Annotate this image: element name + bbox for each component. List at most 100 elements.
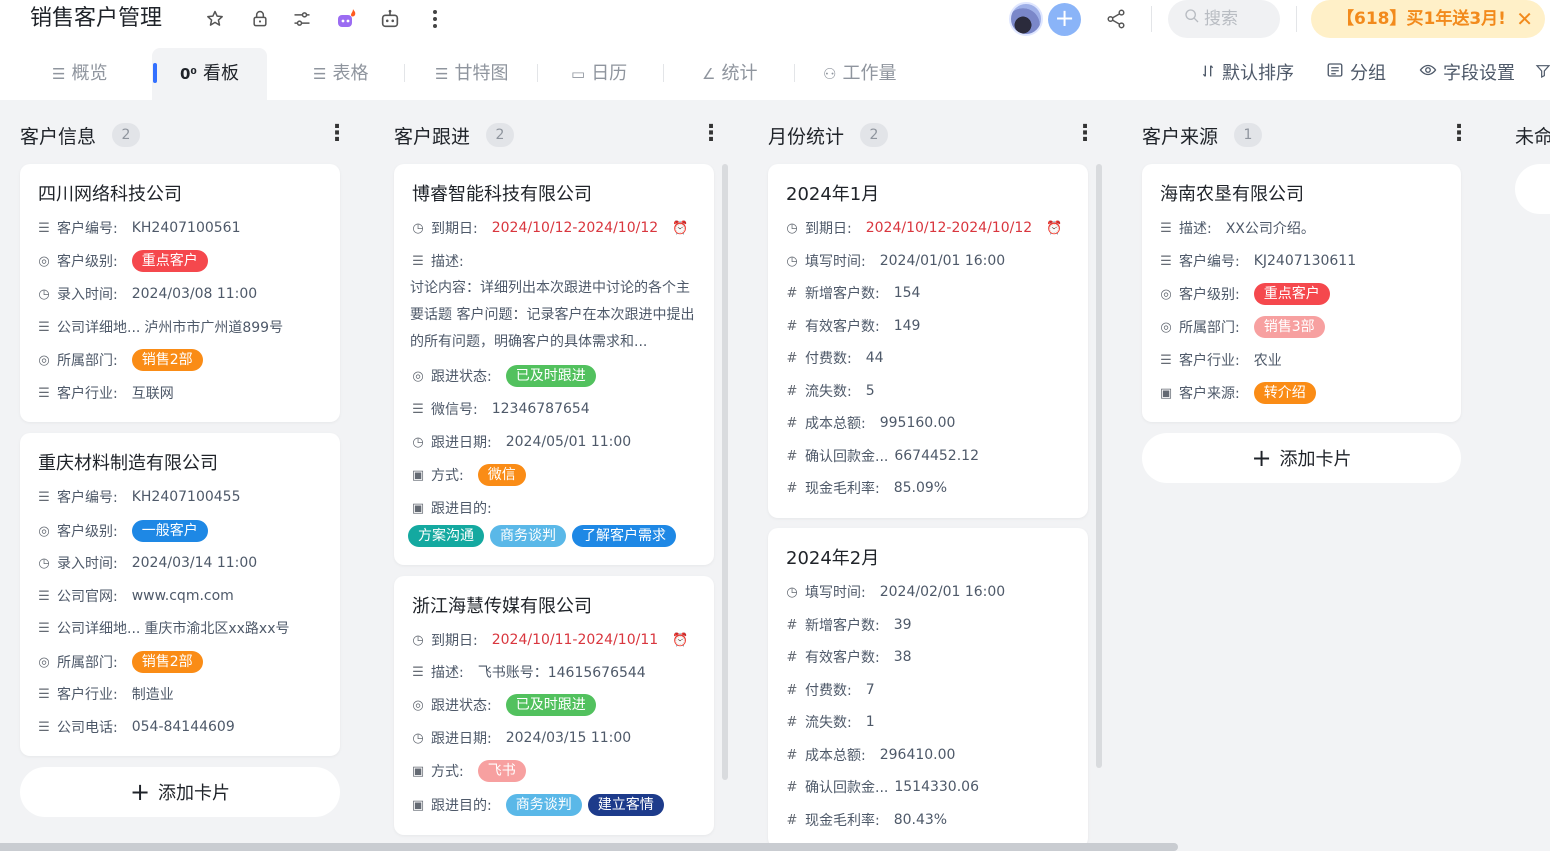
field-label: 所属部门:: [1179, 320, 1240, 336]
alarm-icon[interactable]: ⏰: [672, 633, 688, 648]
field-label: 公司详细地...: [57, 621, 141, 637]
kanban-card-partial[interactable]: [1515, 164, 1550, 214]
header-divider: [1296, 6, 1297, 32]
field-label: 客户级别:: [57, 254, 118, 270]
filter-button[interactable]: [1535, 60, 1550, 88]
card-field: ◷ 录入时间: 2024/03/14 11:00: [36, 551, 257, 575]
header-divider: [1151, 6, 1152, 32]
clock-icon: ◷: [38, 555, 50, 571]
card-field: ☰ 描述: 飞书账号：14615676544: [410, 660, 646, 684]
share-icon[interactable]: [1105, 8, 1127, 30]
field-label: 跟进日期:: [431, 731, 492, 747]
field-value: 飞书账号：14615676544: [477, 665, 646, 681]
more-vertical-icon[interactable]: ⋮: [1448, 122, 1470, 146]
field-label: 确认回款金...: [805, 449, 889, 465]
tab-divider: [663, 64, 664, 82]
tab-divider: [404, 64, 405, 82]
add-card-button[interactable]: + 添加卡片: [1142, 433, 1461, 483]
field-label: 跟进目的:: [431, 798, 492, 814]
method-tag: 微信: [477, 464, 526, 486]
card-title: 浙江海慧传媒有限公司: [412, 596, 592, 617]
card-field: ◎ 跟进状态: 已及时跟进: [410, 364, 596, 388]
column-title: 月份统计: [768, 126, 845, 148]
purpose-tag: 方案沟通: [408, 525, 484, 547]
tab-gantt[interactable]: ☰ 甘特图: [435, 48, 508, 100]
field-label: 有效客户数:: [805, 319, 880, 335]
more-vertical-icon[interactable]: [423, 7, 447, 31]
number-field-icon: #: [786, 350, 798, 366]
card-field: # 成本总额: 995160.00: [784, 411, 956, 435]
text-field-icon: ☰: [38, 319, 50, 335]
card-field: ☰ 公司电话: 054-84144609: [36, 715, 235, 739]
clock-icon: ◷: [412, 434, 424, 450]
more-vertical-icon[interactable]: ⋮: [1074, 122, 1096, 146]
select-field-icon: ◎: [412, 368, 424, 384]
column-customer-followup: 客户跟进 2 ⋮: [394, 100, 722, 168]
tab-kanban[interactable]: 0⁰ 看板: [152, 48, 268, 100]
field-label: 付费数:: [805, 351, 852, 367]
user-avatar[interactable]: [1009, 2, 1043, 36]
text-field-icon: ☰: [38, 719, 50, 735]
field-label: 客户来源:: [1179, 386, 1240, 402]
tab-label: 概览: [71, 63, 108, 84]
field-value: KH2407100561: [131, 220, 241, 236]
column-header: 客户跟进 2 ⋮: [394, 100, 722, 168]
column-count-badge: 1: [1234, 123, 1262, 147]
sort-button[interactable]: 默认排序: [1200, 60, 1294, 88]
sliders-icon[interactable]: [290, 7, 314, 31]
field-label: 成本总额:: [805, 748, 866, 764]
column-scrollbar[interactable]: [722, 164, 728, 780]
kanban-card[interactable]: 2024年1月 ◷ 到期日: 2024/10/12-2024/10/12 ⏰ ◷ 填写时…: [768, 164, 1088, 518]
plus-icon: +: [129, 778, 151, 806]
tab-calendar[interactable]: ▭ 日历: [571, 48, 627, 100]
promo-banner[interactable]: 【618】买1年送3月! ✕: [1311, 0, 1545, 38]
board-horizontal-scrollbar[interactable]: [0, 843, 1178, 851]
tab-label: 表格: [332, 63, 369, 84]
kanban-card[interactable]: 重庆材料制造有限公司 ☰ 客户编号: KH2407100455 ◎ 客户级别: 一般客户…: [20, 433, 340, 756]
kanban-card[interactable]: 2024年2月 ◷ 填写时间: 2024/02/01 16:00 # 新增客户数: 39…: [768, 528, 1088, 848]
field-value: 制造业: [131, 687, 174, 703]
kanban-card[interactable]: 海南农垦有限公司 ☰ 描述: XX公司介绍。 ☰ 客户编号: KJ2407130611 …: [1142, 164, 1461, 422]
add-card-button[interactable]: + 添加卡片: [20, 767, 340, 817]
column-scrollbar[interactable]: [1096, 164, 1102, 768]
card-title: 博睿智能科技有限公司: [412, 184, 592, 205]
more-vertical-icon[interactable]: ⋮: [326, 122, 348, 146]
ai-cat-icon[interactable]: [334, 7, 358, 31]
field-value: 2024/03/08 11:00: [131, 286, 258, 302]
alarm-icon[interactable]: ⏰: [1046, 221, 1062, 236]
column-count-badge: 2: [860, 123, 888, 147]
kanban-card[interactable]: 浙江海慧传媒有限公司 ◷ 到期日: 2024/10/11-2024/10/11 ⏰ ☰…: [394, 576, 714, 835]
text-field-icon: ☰: [38, 686, 50, 702]
field-value: 5: [865, 383, 875, 399]
more-vertical-icon[interactable]: ⋮: [700, 122, 722, 146]
clock-icon: ◷: [412, 730, 424, 746]
add-member-button[interactable]: +: [1048, 3, 1081, 36]
card-field: ◷ 跟进日期: 2024/03/15 11:00: [410, 726, 631, 750]
field-label: 新增客户数:: [805, 618, 880, 634]
star-icon[interactable]: [203, 7, 227, 31]
tab-overview[interactable]: ☰ 概览: [52, 48, 107, 100]
card-field: # 有效客户数: 38: [784, 645, 912, 669]
tab-table[interactable]: ☰ 表格: [313, 48, 368, 100]
lock-icon[interactable]: [248, 7, 272, 31]
card-field: ☰ 公司详细地... 泸州市市广州道899号: [36, 315, 283, 339]
robot-icon[interactable]: [378, 7, 402, 31]
field-settings-label: 字段设置: [1443, 63, 1515, 84]
department-tag: 销售3部: [1253, 316, 1325, 338]
status-tag: 已及时跟进: [505, 365, 596, 387]
kanban-card[interactable]: 四川网络科技公司 ☰ 客户编号: KH2407100561 ◎ 客户级别: 重点客户 ◷…: [20, 164, 340, 422]
tab-workload[interactable]: ⚇ 工作量: [823, 48, 896, 100]
search-box[interactable]: 搜索: [1168, 0, 1280, 38]
card-field: # 新增客户数: 154: [784, 281, 921, 305]
clock-icon: ◷: [786, 220, 798, 236]
close-icon[interactable]: ✕: [1516, 0, 1533, 38]
field-value: 12346787654: [491, 401, 590, 417]
group-button[interactable]: 分组: [1326, 60, 1386, 88]
tab-stats[interactable]: ∠ 统计: [702, 48, 757, 100]
card-field: # 流失数: 1: [784, 710, 875, 734]
field-label: 到期日:: [805, 221, 852, 237]
kanban-card[interactable]: 博睿智能科技有限公司 ◷ 到期日: 2024/10/12-2024/10/12 ⏰ ☰…: [394, 164, 714, 565]
alarm-icon[interactable]: ⏰: [672, 221, 688, 236]
card-field: ◎ 所属部门: 销售3部: [1158, 315, 1325, 339]
field-settings-button[interactable]: 字段设置: [1419, 60, 1515, 88]
